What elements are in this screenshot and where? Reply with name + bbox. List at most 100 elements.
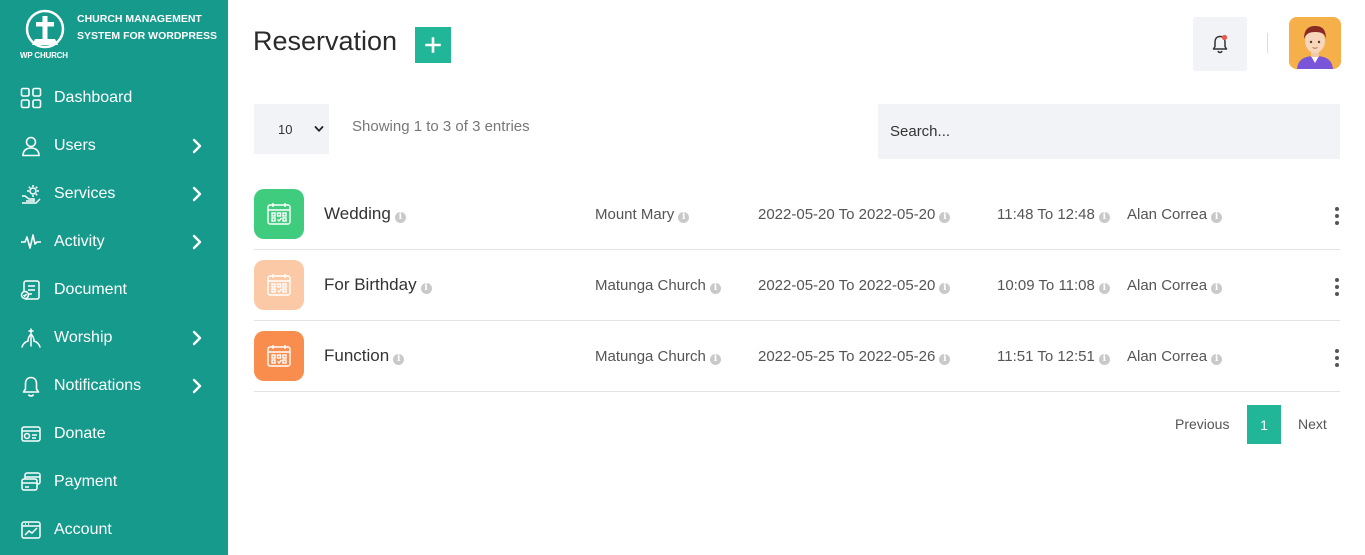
info-icon[interactable]: i	[678, 212, 690, 223]
person-text: Alan Correa	[1127, 348, 1208, 365]
sidebar-item-label: Notifications	[54, 377, 142, 394]
sidebar-nav: Dashboard Users Services Activity Docume…	[0, 74, 228, 554]
page-length-value: 10	[278, 122, 293, 137]
sidebar-item-donate[interactable]: Donate	[0, 410, 228, 458]
sidebar-item-dashboard[interactable]: Dashboard	[0, 74, 228, 122]
info-icon[interactable]: i	[1211, 212, 1223, 223]
location-text: Matunga Church	[595, 277, 706, 294]
sidebar-item-activity[interactable]: Activity	[0, 218, 228, 266]
sidebar-item-users[interactable]: Users	[0, 122, 228, 170]
chevron-right-icon	[190, 377, 204, 395]
sidebar-item-label: Donate	[54, 425, 106, 442]
reservation-list: Wedding i Mount Mary i 2022-05-20 To 2022-…	[254, 179, 1340, 392]
pagination-page-1[interactable]: 1	[1247, 405, 1281, 444]
notification-dot	[1221, 34, 1228, 41]
user-avatar-icon	[1289, 17, 1341, 69]
sidebar-item-label: Account	[54, 521, 112, 538]
sidebar-item-worship[interactable]: Worship	[0, 314, 228, 362]
info-icon[interactable]: i	[1211, 354, 1223, 365]
info-icon[interactable]: i	[939, 354, 951, 365]
add-reservation-button[interactable]	[415, 27, 451, 63]
reservation-location: Matunga Church i	[595, 348, 721, 365]
page-length-select[interactable]: 10	[254, 104, 329, 154]
reservation-title: Wedding i	[324, 204, 406, 224]
settings-hand-icon	[20, 183, 42, 205]
time-text: 11:51 To 12:51	[997, 348, 1095, 365]
info-icon[interactable]: i	[1098, 283, 1110, 294]
person-text: Alan Correa	[1127, 277, 1208, 294]
sidebar-item-label: Activity	[54, 233, 105, 250]
pagination-previous[interactable]: Previous	[1175, 416, 1229, 432]
calendar-icon	[254, 331, 304, 381]
reservation-time: 11:51 To 12:51 i	[997, 348, 1110, 365]
sidebar-item-notifications[interactable]: Notifications	[0, 362, 228, 410]
brand[interactable]: WP CHURCH CHURCH MANAGEMENT SYSTEM FOR W…	[18, 9, 218, 64]
avatar[interactable]	[1289, 17, 1341, 69]
dates-text: 2022-05-20 To 2022-05-20	[758, 206, 936, 223]
reservation-person: Alan Correa i	[1127, 206, 1223, 223]
reservation-person: Alan Correa i	[1127, 348, 1223, 365]
brand-title: CHURCH MANAGEMENT SYSTEM FOR WORDPRESS	[77, 13, 218, 42]
info-icon[interactable]: i	[1211, 283, 1223, 294]
info-icon[interactable]: i	[420, 283, 432, 294]
reservation-location: Matunga Church i	[595, 277, 721, 294]
info-icon[interactable]: i	[1098, 212, 1110, 223]
search-input[interactable]	[878, 104, 1340, 159]
info-icon[interactable]: i	[393, 354, 405, 365]
calendar-icon	[254, 260, 304, 310]
bell-icon	[20, 375, 42, 397]
pulse-icon	[20, 231, 42, 253]
sidebar-item-document[interactable]: Document	[0, 266, 228, 314]
notifications-button[interactable]	[1193, 17, 1247, 71]
header-divider	[1267, 33, 1268, 53]
table-row[interactable]: Function i Matunga Church i 2022-05-25 To …	[254, 321, 1340, 392]
sidebar-item-label: Payment	[54, 473, 118, 490]
info-icon[interactable]: i	[939, 283, 951, 294]
row-menu-icon[interactable]	[1334, 349, 1340, 371]
row-menu-icon[interactable]	[1334, 207, 1340, 229]
reservation-time: 11:48 To 12:48 i	[997, 206, 1110, 223]
entries-info: Showing 1 to 3 of 3 entries	[352, 118, 530, 135]
chevron-right-icon	[190, 185, 204, 203]
app: WP CHURCH CHURCH MANAGEMENT SYSTEM FOR W…	[0, 0, 1365, 555]
reservation-title: For Birthday i	[324, 275, 432, 295]
sidebar-item-services[interactable]: Services	[0, 170, 228, 218]
table-row[interactable]: Wedding i Mount Mary i 2022-05-20 To 2022-…	[254, 179, 1340, 250]
sidebar-item-label: Document	[54, 281, 127, 298]
page-title: Reservation	[253, 26, 398, 56]
document-icon	[20, 279, 42, 301]
sidebar-item-label: Services	[54, 185, 116, 202]
person-text: Alan Correa	[1127, 206, 1208, 223]
table-row[interactable]: For Birthday i Matunga Church i 2022-05-20…	[254, 250, 1340, 321]
info-icon[interactable]: i	[939, 212, 951, 223]
info-icon[interactable]: i	[709, 283, 721, 294]
sidebar: WP CHURCH CHURCH MANAGEMENT SYSTEM FOR W…	[0, 0, 228, 555]
account-icon	[20, 519, 42, 541]
logo-text: WP CHURCH	[20, 51, 68, 60]
chevron-right-icon	[190, 233, 204, 251]
info-icon[interactable]: i	[394, 212, 406, 223]
user-icon	[20, 135, 42, 157]
payment-icon	[20, 471, 42, 493]
grid-icon	[20, 87, 42, 109]
sidebar-item-label: Worship	[54, 329, 113, 346]
row-menu-icon[interactable]	[1334, 278, 1340, 300]
pagination-next[interactable]: Next	[1298, 416, 1327, 432]
sidebar-item-label: Dashboard	[54, 89, 133, 106]
sidebar-item-account[interactable]: Account	[0, 506, 228, 554]
reservation-location: Mount Mary i	[595, 206, 690, 223]
reservation-title: Function i	[324, 346, 405, 366]
donate-icon	[20, 423, 42, 445]
reservation-dates: 2022-05-25 To 2022-05-26 i	[758, 348, 951, 365]
time-text: 10:09 To 11:08	[997, 277, 1095, 294]
reservation-title-text: Wedding	[324, 204, 391, 223]
info-icon[interactable]: i	[1098, 354, 1110, 365]
sidebar-item-payment[interactable]: Payment	[0, 458, 228, 506]
location-text: Mount Mary	[595, 206, 675, 223]
reservation-title-text: For Birthday	[324, 275, 417, 294]
reservation-title-text: Function	[324, 346, 390, 365]
info-icon[interactable]: i	[709, 354, 721, 365]
reservation-person: Alan Correa i	[1127, 277, 1223, 294]
dates-text: 2022-05-25 To 2022-05-26	[758, 348, 936, 365]
worship-icon	[20, 327, 42, 349]
